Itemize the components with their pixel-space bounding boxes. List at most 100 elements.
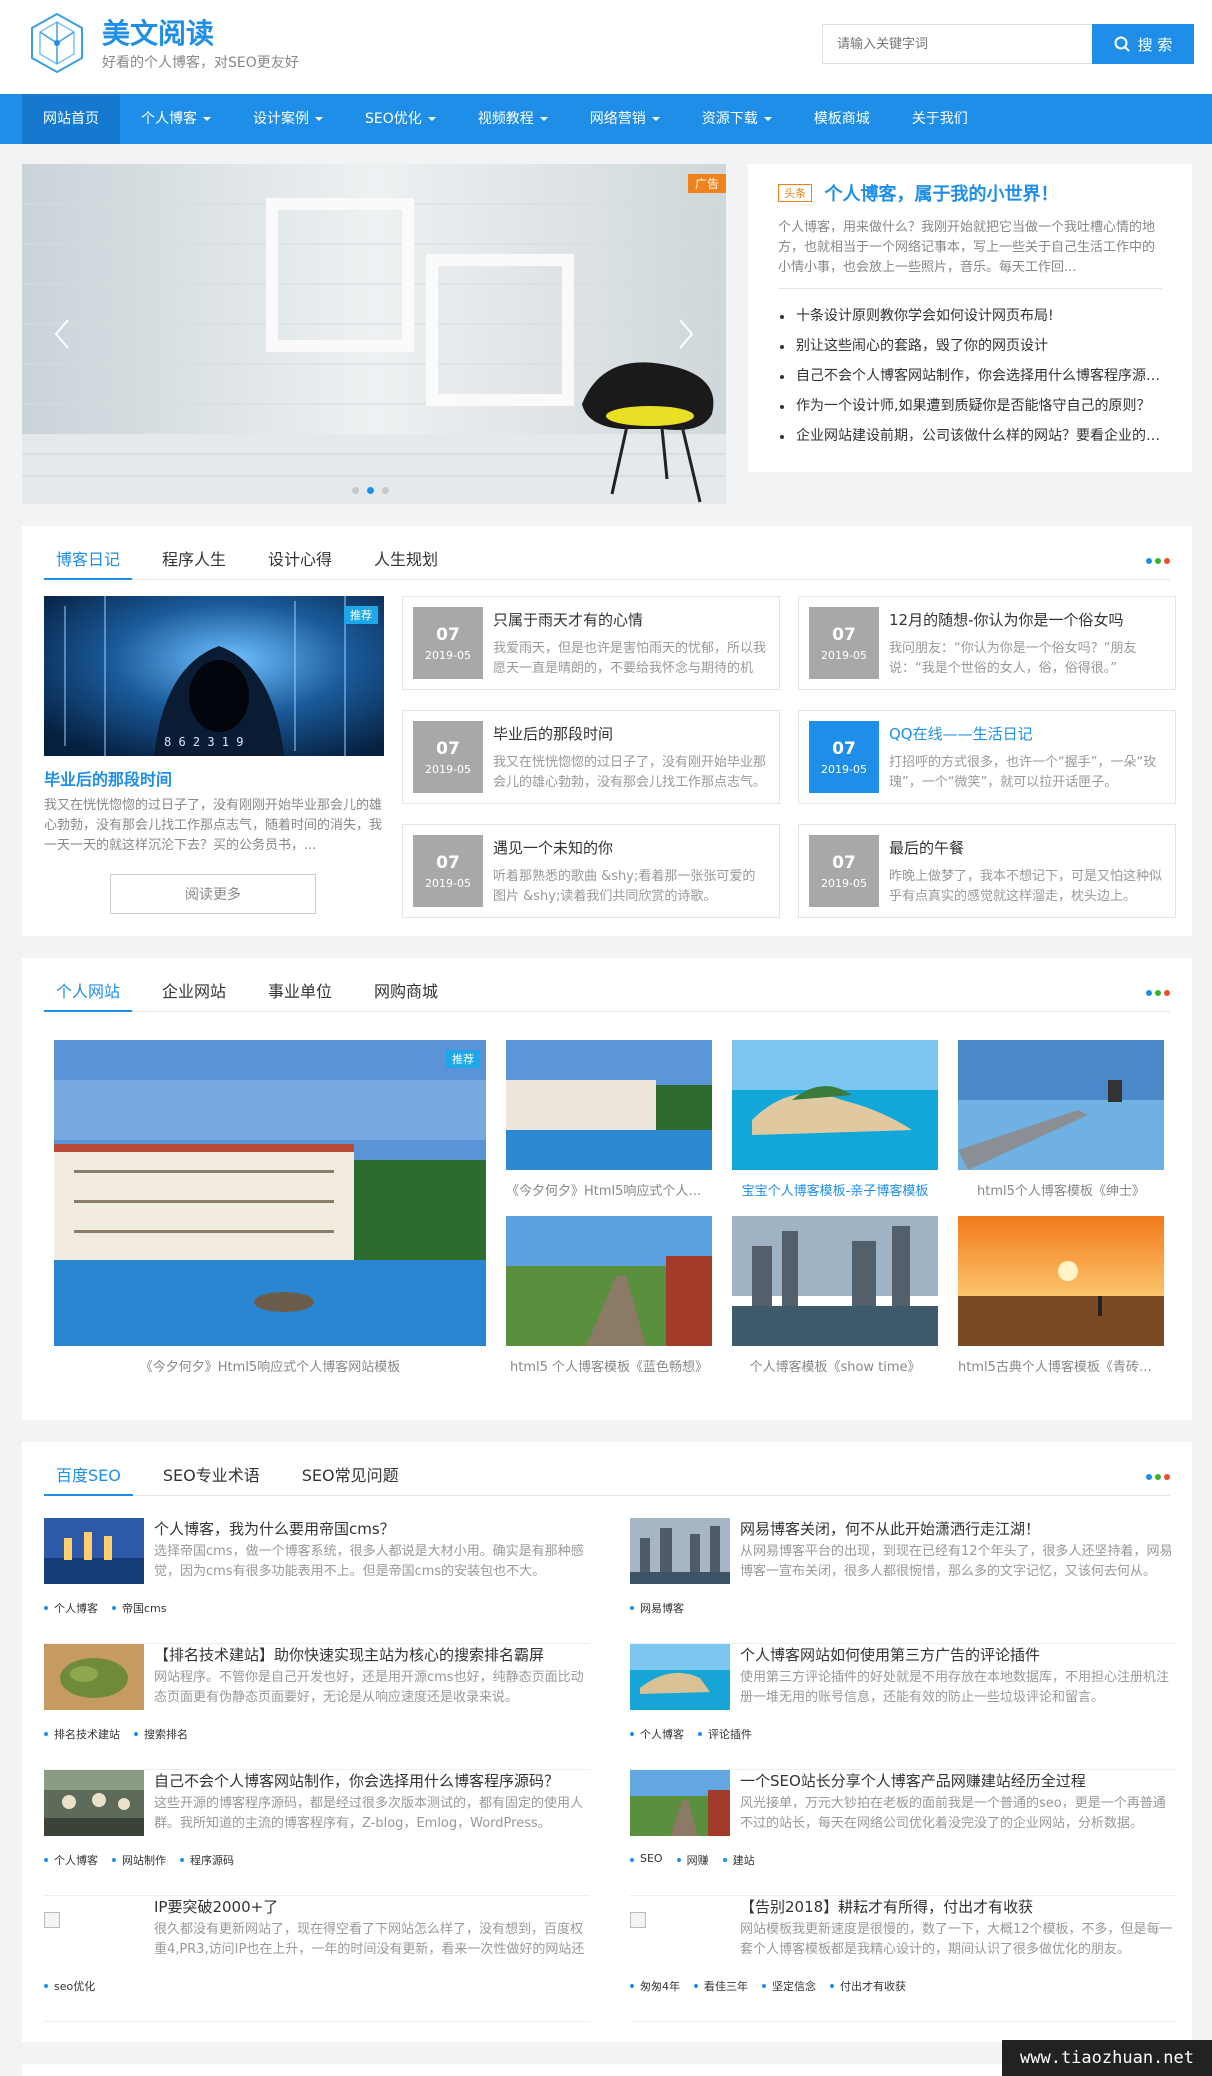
seo-item[interactable]: 网易博客关闭，何不从此开始潇洒行走江湖！ 从网易博客平台的出现，到现在已经有12… <box>630 1518 1176 1644</box>
slider-dot[interactable] <box>352 487 359 494</box>
tag-link[interactable]: SEO <box>630 1852 663 1868</box>
seo-thumb[interactable] <box>630 1644 730 1710</box>
site-title[interactable]: 美文阅读 <box>102 12 214 52</box>
seo-item[interactable]: 一个SEO站长分享个人博客产品网赚建站经历全过程 风光接单，万元大钞拍在老板的面… <box>630 1770 1176 1896</box>
search-input[interactable] <box>822 24 1092 64</box>
seo-title[interactable]: 【告别2018】耕耘才有所得，付出才有收获 <box>740 1896 1176 1917</box>
tab-enterprise-sites[interactable]: 企业网站 <box>150 972 238 1012</box>
post-card[interactable]: 07 2019-05 最后的午餐 昨晚上做梦了，我本不想记下，可是又怕这种似乎有点… <box>798 824 1176 918</box>
tag-link[interactable]: 坚定信念 <box>762 1978 816 1994</box>
site-caption[interactable]: html5个人博客模板《绅士》 <box>958 1180 1164 1199</box>
post-card[interactable]: 07 2019-05 遇见一个未知的你 听着那熟悉的歌曲 &shy;看着那一张张可… <box>402 824 780 918</box>
site-item[interactable]: html5古典个人博客模板《青砖黛瓦》 <box>958 1216 1164 1375</box>
post-card[interactable]: 07 2019-05 12月的随想-你认为你是一个俗女吗 我问朋友：“你认为你是一… <box>798 596 1176 690</box>
tab-blog-diary[interactable]: 博客日记 <box>44 540 133 580</box>
site-caption[interactable]: 《今夕何夕》Html5响应式个人博客网站模板 <box>54 1356 486 1375</box>
seo-item[interactable]: IP要突破2000+了 很久都没有更新网站了，现在得空看了下网站怎么样了，没有想… <box>44 1896 590 2022</box>
tag-link[interactable]: 个人博客 <box>44 1600 98 1616</box>
nav-item-downloads[interactable]: 资源下载 <box>681 94 793 144</box>
more-dots-icon[interactable] <box>1146 558 1170 564</box>
site-caption[interactable]: html5古典个人博客模板《青砖黛瓦》 <box>958 1356 1164 1375</box>
site-item[interactable]: html5 个人博客模板《蓝色畅想》 <box>506 1216 712 1375</box>
tag-link[interactable]: 程序源码 <box>180 1852 234 1868</box>
post-card[interactable]: 07 2019-05 毕业后的那段时间 我又在恍恍惚惚的过日子了，没有刚开始毕业那… <box>402 710 780 804</box>
nav-item-marketing[interactable]: 网络营销 <box>569 94 681 144</box>
seo-item[interactable]: 自己不会个人博客网站制作，你会选择用什么博客程序源码？ 这些开源的博客程序源码，… <box>44 1770 590 1896</box>
tag-link[interactable]: 网易博客 <box>630 1600 684 1616</box>
cube-logo-icon[interactable] <box>28 12 86 74</box>
tag-link[interactable]: 搜索排名 <box>134 1726 188 1742</box>
tab-baidu-seo[interactable]: 百度SEO <box>44 1456 133 1496</box>
seo-title[interactable]: IP要突破2000+了 <box>154 1896 590 1917</box>
tab-design[interactable]: 设计心得 <box>256 540 344 580</box>
more-dots-icon[interactable] <box>1146 990 1170 996</box>
site-caption[interactable]: 个人博客模板《show time》 <box>732 1356 938 1375</box>
site-item[interactable]: 《今夕何夕》Html5响应式个人博客网站模板 <box>506 1040 712 1199</box>
post-title[interactable]: 只属于雨天才有的心情 <box>493 609 767 630</box>
seo-item[interactable]: 【排名技术建站】助你快速实现主站为核心的搜索排名霸屏 网站程序。不管你是自己开发… <box>44 1644 590 1770</box>
more-dots-icon[interactable] <box>1146 1474 1170 1480</box>
tab-institutions[interactable]: 事业单位 <box>256 972 344 1012</box>
tab-shopping[interactable]: 网购商城 <box>362 972 450 1012</box>
site-caption[interactable]: 宝宝个人博客模板-亲子博客模板 <box>732 1180 938 1199</box>
post-title[interactable]: 最后的午餐 <box>889 837 1163 858</box>
nav-item-about[interactable]: 关于我们 <box>891 94 989 144</box>
post-title[interactable]: 12月的随想-你认为你是一个俗女吗 <box>889 609 1163 630</box>
read-more-button[interactable]: 阅读更多 <box>110 874 316 914</box>
seo-item[interactable]: 个人博客网站如何使用第三方广告的评论插件 使用第三方评论插件的好处就是不用存放在… <box>630 1644 1176 1770</box>
tab-life-plan[interactable]: 人生规划 <box>362 540 450 580</box>
blog-featured-title[interactable]: 毕业后的那段时间 <box>44 766 172 790</box>
tab-program-life[interactable]: 程序人生 <box>150 540 238 580</box>
tab-personal-sites[interactable]: 个人网站 <box>44 972 133 1012</box>
seo-title[interactable]: 网易博客关闭，何不从此开始潇洒行走江湖！ <box>740 1518 1176 1539</box>
seo-thumb[interactable] <box>44 1518 144 1584</box>
tag-link[interactable]: 匆匆4年 <box>630 1978 680 1994</box>
tag-link[interactable]: 帝国cms <box>112 1600 167 1616</box>
slider-dot[interactable] <box>382 487 389 494</box>
post-title[interactable]: QQ在线——生活日记 <box>889 723 1163 744</box>
tag-link[interactable]: 建站 <box>722 1852 755 1868</box>
seo-title[interactable]: 个人博客，我为什么要用帝国cms？ <box>154 1518 590 1539</box>
post-title[interactable]: 遇见一个未知的你 <box>493 837 767 858</box>
seo-thumb[interactable] <box>44 1644 144 1710</box>
list-item[interactable]: 十条设计原则教你学会如何设计网页布局! <box>778 301 1162 331</box>
site-caption[interactable]: html5 个人博客模板《蓝色畅想》 <box>506 1356 712 1375</box>
tab-seo-faq[interactable]: SEO常见问题 <box>290 1456 411 1496</box>
seo-title[interactable]: 一个SEO站长分享个人博客产品网赚建站经历全过程 <box>740 1770 1176 1791</box>
seo-title[interactable]: 【排名技术建站】助你快速实现主站为核心的搜索排名霸屏 <box>154 1644 590 1665</box>
tag-link[interactable]: 排名技术建站 <box>44 1726 120 1742</box>
nav-item-seo[interactable]: SEO优化 <box>344 94 457 144</box>
list-item[interactable]: 作为一个设计师,如果遭到质疑你是否能恪守自己的原则？ <box>778 391 1162 421</box>
post-title[interactable]: 毕业后的那段时间 <box>493 723 767 744</box>
arrow-right-icon[interactable] <box>676 316 696 352</box>
site-caption[interactable]: 《今夕何夕》Html5响应式个人博客网站模板 <box>506 1180 712 1199</box>
nav-item-design-cases[interactable]: 设计案例 <box>232 94 344 144</box>
post-card[interactable]: 07 2019-05 只属于雨天才有的心情 我爱雨天，但是也许是害怕雨天的忧郁，所… <box>402 596 780 690</box>
list-item[interactable]: 自己不会个人博客网站制作，你会选择用什么博客程序源码？ <box>778 361 1162 391</box>
tag-link[interactable]: 付出才有收获 <box>830 1978 906 1994</box>
tag-link[interactable]: seo优化 <box>44 1978 95 1994</box>
site-item[interactable]: 个人博客模板《show time》 <box>732 1216 938 1375</box>
seo-item[interactable]: 【告别2018】耕耘才有所得，付出才有收获 网站模板我更新速度是很慢的，数了一下… <box>630 1896 1176 2022</box>
nav-item-personal-blog[interactable]: 个人博客 <box>120 94 232 144</box>
tag-link[interactable]: 看佳三年 <box>694 1978 748 1994</box>
nav-item-video[interactable]: 视频教程 <box>457 94 569 144</box>
seo-title[interactable]: 自己不会个人博客网站制作，你会选择用什么博客程序源码？ <box>154 1770 590 1791</box>
nav-item-home[interactable]: 网站首页 <box>22 94 120 144</box>
seo-item[interactable]: 个人博客，我为什么要用帝国cms？ 选择帝国cms，做一个博客系统，很多人都说是… <box>44 1518 590 1644</box>
headline-title[interactable]: 个人博客，属于我的小世界！ <box>824 184 1058 205</box>
seo-thumb[interactable] <box>630 1518 730 1584</box>
search-button[interactable]: 搜 索 <box>1092 24 1194 64</box>
site-item[interactable]: html5个人博客模板《绅士》 <box>958 1040 1164 1199</box>
site-item[interactable]: 宝宝个人博客模板-亲子博客模板 <box>732 1040 938 1199</box>
arrow-left-icon[interactable] <box>52 316 72 352</box>
seo-title[interactable]: 个人博客网站如何使用第三方广告的评论插件 <box>740 1644 1176 1665</box>
nav-item-templates[interactable]: 模板商城 <box>793 94 891 144</box>
tab-seo-terms[interactable]: SEO专业术语 <box>151 1456 272 1496</box>
seo-thumb[interactable] <box>44 1770 144 1836</box>
seo-thumb[interactable] <box>630 1896 730 1962</box>
list-item[interactable]: 企业网站建设前期，公司该做什么样的网站？要看企业的需求 <box>778 421 1162 451</box>
banner-slider[interactable]: 广告 <box>22 164 726 504</box>
blog-featured-image[interactable]: 8 6 2 3 1 9 推荐 <box>44 596 384 756</box>
tag-link[interactable]: 评论插件 <box>698 1726 752 1742</box>
